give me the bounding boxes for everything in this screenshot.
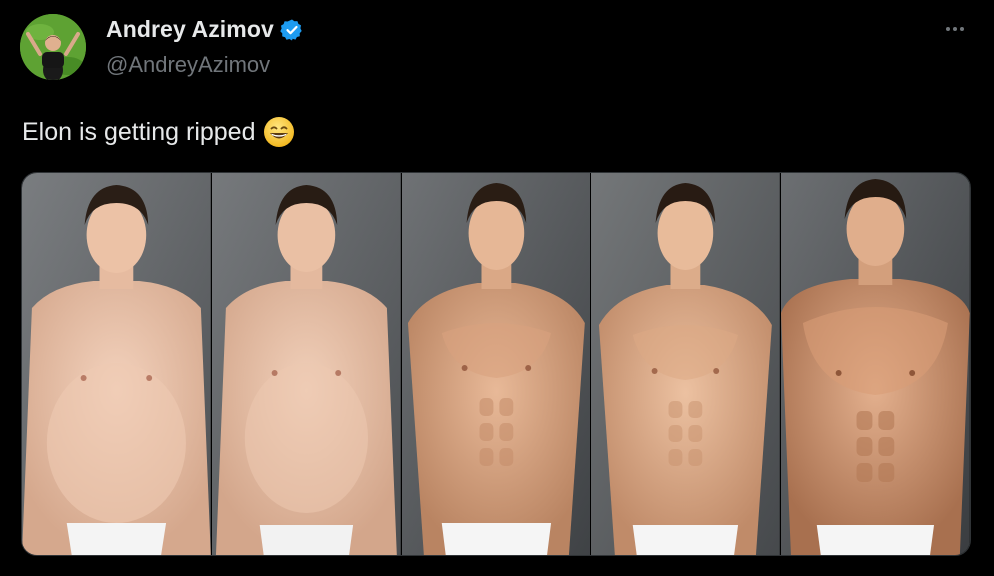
tweet-media[interactable] <box>21 172 971 556</box>
media-panel[interactable] <box>590 173 781 555</box>
media-panel[interactable] <box>210 173 401 555</box>
physique-image <box>401 173 591 555</box>
more-dot <box>960 27 964 31</box>
tweet-text-content: Elon is getting ripped <box>22 117 256 146</box>
author-name-row: Andrey Azimov <box>106 16 304 43</box>
more-dot <box>946 27 950 31</box>
more-dot <box>953 27 957 31</box>
physique-image <box>781 173 970 555</box>
more-icon[interactable] <box>940 18 970 40</box>
grinning-face-emoji-icon <box>263 116 295 148</box>
author-display-name[interactable]: Andrey Azimov <box>106 16 274 43</box>
media-panel[interactable] <box>780 173 970 555</box>
verified-badge-icon[interactable] <box>280 18 304 42</box>
media-panel[interactable] <box>400 173 591 555</box>
physique-image <box>211 173 401 555</box>
tweet-text: Elon is getting ripped <box>22 116 295 148</box>
physique-image <box>22 173 211 555</box>
avatar-image <box>20 14 86 80</box>
physique-image <box>591 173 781 555</box>
media-panel[interactable] <box>22 173 211 555</box>
tweet: Andrey Azimov @AndreyAzimov Elon is gett… <box>0 0 994 576</box>
author-avatar[interactable] <box>20 14 86 80</box>
author-handle[interactable]: @AndreyAzimov <box>106 52 270 78</box>
